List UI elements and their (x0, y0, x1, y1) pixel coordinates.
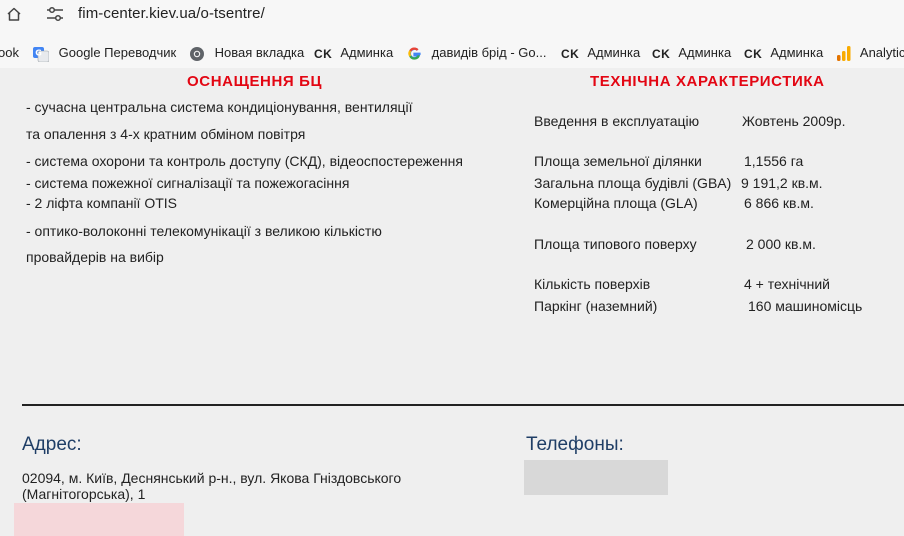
equipment-heading: ОСНАЩЕННЯ БЦ (187, 73, 323, 90)
svg-text:G: G (35, 48, 42, 57)
phones-label: Телефоны: (526, 434, 624, 455)
google-g-icon (408, 47, 421, 60)
chrome-icon (190, 46, 204, 61)
spec-label: Площа типового поверху (534, 236, 697, 252)
analytics-icon (837, 46, 851, 62)
spec-label: Паркінг (наземний) (534, 298, 658, 314)
spec-label: Площа земельної ділянки (534, 153, 702, 169)
spec-value: 4 + технічний (744, 276, 830, 292)
bookmark-label: Analytic (859, 45, 904, 60)
specs-heading: ТЕХНІЧНА ХАРАКТЕРИСТИКА (590, 73, 825, 90)
spec-value: 1,1556 га (744, 153, 804, 169)
bookmark-admin-1[interactable]: CK Админка (314, 44, 393, 62)
ck-icon: CK (744, 46, 763, 61)
bookmark-label: Новая вкладка (214, 45, 305, 60)
address-line: 02094, м. Київ, Деснянський р-н., вул. Я… (22, 470, 402, 486)
bookmark-analytics[interactable]: Analytic (837, 44, 904, 62)
equipment-line: - оптико-волоконні телекомунікації з вел… (26, 223, 382, 239)
bookmark-label: Админка (770, 45, 824, 60)
site-settings-icon[interactable] (46, 6, 64, 22)
spec-label: Комерційна площа (GLA) (534, 195, 698, 211)
bookmark-label: Админка (678, 45, 732, 60)
bookmark-admin-4[interactable]: CK Админка (744, 44, 823, 62)
bookmarks-bar: ook G Google Переводчик Новая вкладка CK… (0, 38, 904, 66)
spec-value: 2 000 кв.м. (746, 236, 816, 252)
address-line: (Магнітогорська), 1 (22, 486, 146, 502)
home-icon[interactable] (6, 6, 22, 22)
google-translate-icon: G (33, 46, 49, 62)
url-text[interactable]: fim-center.kiev.ua/o-tsentre/ (78, 5, 265, 22)
spec-value: 9 191,2 кв.м. (741, 175, 823, 191)
footer-divider (22, 404, 904, 406)
spec-label: Кількість поверхів (534, 276, 651, 292)
spec-label: Введення в експлуатацію (534, 113, 700, 129)
equipment-line: - система пожежної сигналізації та пожеж… (26, 175, 350, 191)
ck-icon: CK (561, 46, 580, 61)
redacted-phones (524, 460, 668, 495)
equipment-line: - 2 ліфта компанії OTIS (26, 195, 177, 211)
ck-icon: CK (652, 46, 671, 61)
equipment-line: та опалення з 4-х кратним обміном повітр… (26, 126, 306, 142)
bookmark-label: ook (0, 45, 19, 60)
equipment-line: провайдерів на вибір (26, 249, 164, 265)
bookmark-label: Админка (587, 45, 641, 60)
address-label: Адрес: (22, 434, 82, 455)
spec-value: Жовтень 2009р. (742, 113, 846, 129)
equipment-line: - сучасна центральна система кондиціонув… (26, 99, 413, 115)
spec-label: Загальна площа будівлі (GBA) (534, 175, 732, 191)
spec-value: 160 машиномісць (748, 298, 863, 314)
bookmark-new-tab[interactable]: Новая вкладка (189, 44, 304, 62)
equipment-line: - система охорони та контроль доступу (С… (26, 153, 463, 169)
ck-icon: CK (314, 46, 333, 61)
bookmark-davydiv-brid[interactable]: давидів брід - Go... (407, 44, 546, 62)
redacted-block (14, 503, 184, 536)
bookmark-label: давидів брід - Go... (431, 45, 547, 60)
bookmark-admin-3[interactable]: CK Админка (652, 44, 731, 62)
bookmark-partial[interactable]: ook (0, 44, 19, 62)
page-content: ОСНАЩЕННЯ БЦ ТЕХНІЧНА ХАРАКТЕРИСТИКА - с… (0, 68, 904, 536)
spec-value: 6 866 кв.м. (744, 195, 814, 211)
bookmark-admin-2[interactable]: CK Админка (561, 44, 640, 62)
bookmark-label: Google Переводчик (58, 45, 177, 60)
bookmark-google-translate[interactable]: G Google Переводчик (33, 44, 176, 62)
bookmark-label: Админка (340, 45, 394, 60)
address-bar[interactable]: fim-center.kiev.ua/o-tsentre/ (0, 0, 904, 30)
browser-chrome: fim-center.kiev.ua/o-tsentre/ ook G Goog… (0, 0, 904, 68)
